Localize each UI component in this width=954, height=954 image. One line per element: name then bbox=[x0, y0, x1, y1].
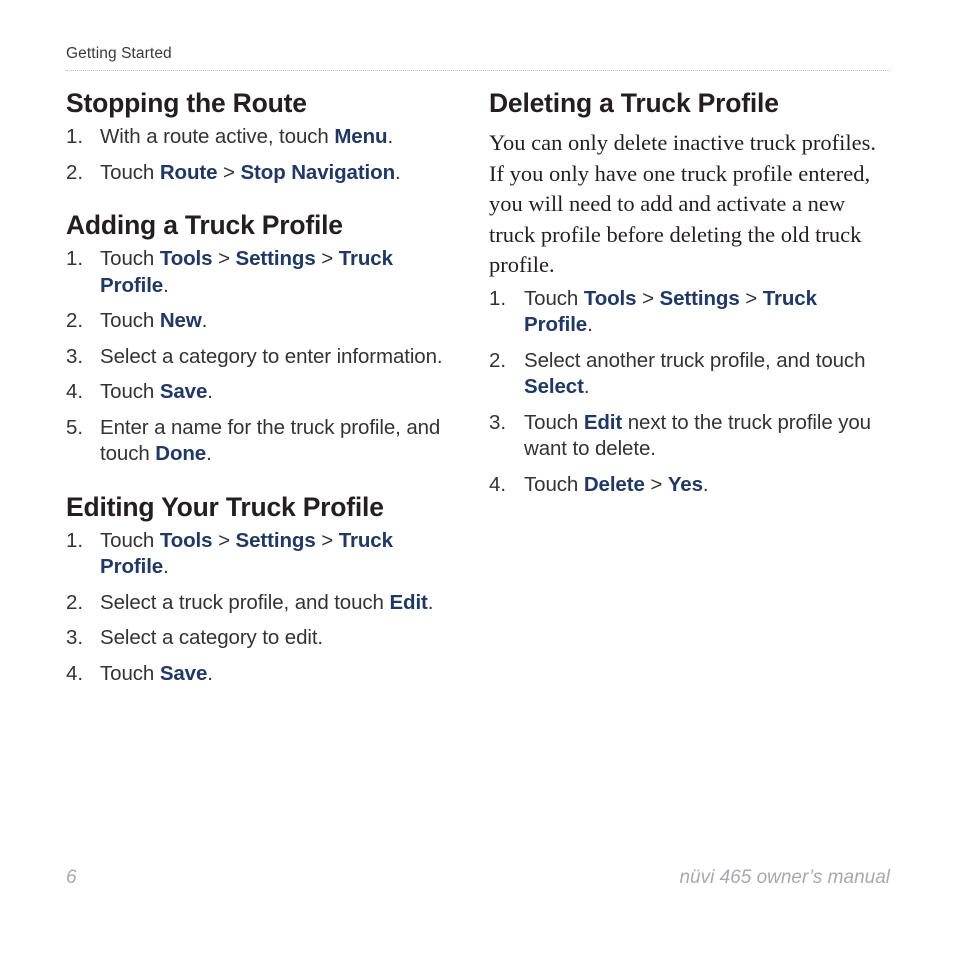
step-item: Touch Edit next to the truck profile you… bbox=[489, 410, 890, 463]
step-text: . bbox=[201, 309, 208, 332]
left-column: Stopping the Route With a route active, t… bbox=[66, 88, 466, 687]
section-heading: Stopping the Route bbox=[66, 88, 307, 118]
path-separator: > bbox=[636, 286, 660, 310]
step-item: Select a truck profile, and touch Edit. bbox=[66, 590, 466, 617]
ui-term: Delete bbox=[583, 472, 645, 496]
step-text: . bbox=[207, 661, 213, 685]
ui-term: Save bbox=[159, 661, 208, 685]
step-text: Select a category to edit. bbox=[100, 626, 324, 649]
step-text: . bbox=[702, 472, 709, 496]
step-text: . bbox=[387, 125, 394, 148]
manual-title: nüvi 465 owner’s manual bbox=[679, 867, 890, 888]
steps-list: With a route active, touch Menu. Touch Ro… bbox=[66, 124, 466, 186]
steps-list: Touch Tools > Settings > Truck Profile. S… bbox=[66, 528, 466, 688]
path-separator: > bbox=[212, 528, 236, 552]
section-adding-a-truck-profile: Adding a Truck Profile Touch Tools > Sett… bbox=[66, 210, 466, 468]
section-stopping-the-route: Stopping the Route With a route active, t… bbox=[66, 88, 466, 186]
ui-term: Tools bbox=[159, 247, 213, 270]
ui-term: Yes bbox=[667, 472, 703, 496]
step-text: Touch bbox=[100, 661, 160, 685]
step-text: . bbox=[427, 590, 434, 614]
step-item: Touch Save. bbox=[66, 661, 466, 688]
step-text: Select another truck profile, and touch bbox=[524, 348, 866, 372]
step-text: Select a truck profile, and touch bbox=[100, 590, 390, 614]
step-item: Touch Tools > Settings > Truck Profile. bbox=[489, 286, 890, 339]
header-divider bbox=[66, 70, 890, 72]
ui-term: Edit bbox=[583, 410, 623, 434]
step-text: . bbox=[207, 380, 213, 403]
section-deleting-a-truck-profile: Deleting a Truck Profile You can only del… bbox=[489, 88, 890, 498]
step-text: . bbox=[163, 273, 169, 297]
page-number: 6 bbox=[66, 867, 77, 888]
running-header: Getting Started bbox=[66, 45, 890, 63]
step-item: Touch Save. bbox=[66, 379, 466, 406]
step-item: Select another truck profile, and touch … bbox=[489, 348, 890, 401]
ui-term: Select bbox=[524, 375, 584, 399]
step-text: Touch bbox=[100, 309, 160, 332]
path-separator: > bbox=[315, 247, 339, 270]
step-text: . bbox=[583, 375, 590, 399]
step-item: Select a category to enter information. bbox=[66, 344, 466, 371]
running-head-text: Getting Started bbox=[66, 45, 172, 62]
right-column: Deleting a Truck Profile You can only del… bbox=[489, 88, 890, 498]
step-item: Touch Delete > Yes. bbox=[489, 472, 890, 499]
section-editing-your-truck-profile: Editing Your Truck Profile Touch Tools > … bbox=[66, 492, 466, 688]
step-text: Touch bbox=[100, 380, 160, 403]
step-item: Touch New. bbox=[66, 308, 466, 335]
section-paragraph: You can only delete inactive truck profi… bbox=[489, 130, 876, 278]
step-item: With a route active, touch Menu. bbox=[66, 124, 466, 151]
ui-term: Route bbox=[159, 160, 218, 184]
step-text: . bbox=[395, 160, 401, 184]
step-text: . bbox=[163, 555, 169, 578]
steps-list: Touch Tools > Settings > Truck Profile. T… bbox=[66, 246, 466, 468]
step-text: . bbox=[587, 313, 593, 337]
section-heading: Deleting a Truck Profile bbox=[489, 88, 779, 118]
ui-term: Done bbox=[155, 442, 207, 465]
ui-term: Save bbox=[159, 380, 208, 403]
path-separator: > bbox=[212, 247, 236, 270]
ui-term: Settings bbox=[659, 286, 740, 310]
page-footer: 6 nüvi 465 owner’s manual bbox=[66, 866, 890, 890]
ui-term: Stop Navigation bbox=[240, 160, 396, 184]
step-text: Touch bbox=[524, 472, 584, 496]
step-text: Touch bbox=[100, 528, 160, 552]
ui-term: Tools bbox=[583, 286, 637, 310]
step-item: Touch Route > Stop Navigation. bbox=[66, 160, 466, 187]
ui-term: Tools bbox=[159, 528, 213, 552]
ui-term: Edit bbox=[389, 590, 428, 614]
step-item: Touch Tools > Settings > Truck Profile. bbox=[66, 528, 466, 581]
step-item: Select a category to edit. bbox=[66, 625, 466, 652]
step-item: Enter a name for the truck profile, and … bbox=[66, 415, 466, 468]
manual-page: Getting Started Stopping the Route With a… bbox=[0, 0, 954, 954]
step-text: Select a category to enter information. bbox=[100, 344, 443, 368]
section-heading: Adding a Truck Profile bbox=[66, 210, 343, 240]
step-item: Touch Tools > Settings > Truck Profile. bbox=[66, 246, 466, 299]
ui-term: Settings bbox=[235, 247, 316, 270]
path-separator: > bbox=[217, 160, 241, 184]
step-text: Enter a name for the truck profile, and … bbox=[100, 415, 441, 466]
path-separator: > bbox=[739, 286, 763, 310]
section-heading: Editing Your Truck Profile bbox=[66, 491, 384, 522]
step-text: Touch bbox=[524, 410, 584, 434]
step-text: Touch bbox=[100, 160, 160, 184]
step-text: Touch bbox=[100, 247, 160, 270]
step-text: . bbox=[206, 442, 212, 465]
ui-term: New bbox=[159, 309, 202, 332]
path-separator: > bbox=[644, 472, 668, 496]
step-text: With a route active, touch bbox=[100, 125, 335, 148]
ui-term: Menu bbox=[334, 125, 388, 148]
ui-term: Settings bbox=[235, 528, 316, 552]
step-text: Touch bbox=[524, 286, 584, 310]
steps-list: Touch Tools > Settings > Truck Profile. S… bbox=[489, 286, 890, 499]
path-separator: > bbox=[315, 528, 339, 552]
